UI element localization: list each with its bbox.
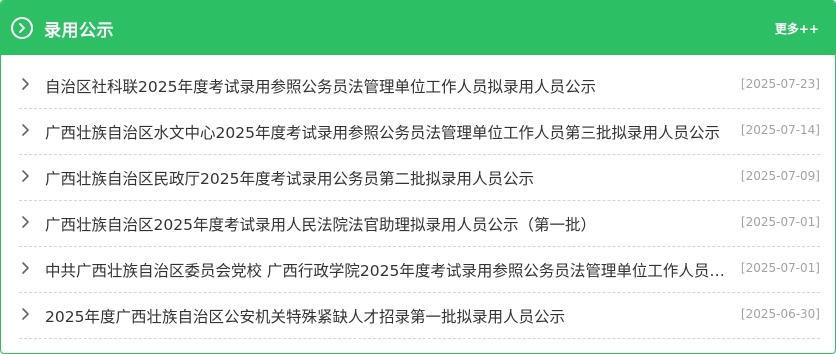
list-item[interactable]: 自治区社科联2025年度考试录用参照公务员法管理单位工作人员拟录用人员公示 [2… — [19, 63, 820, 109]
list-item[interactable]: 中共广西壮族自治区委员会党校 广西行政学院2025年度考试录用参照公务员法管理单… — [19, 247, 820, 293]
chevron-right-circle-icon — [11, 17, 33, 39]
list-item[interactable]: 广西壮族自治区2025年度考试录用人民法院法官助理拟录用人员公示（第一批） [2… — [19, 201, 820, 247]
item-date: [2025-07-09] — [740, 169, 820, 183]
chevron-right-icon — [21, 76, 35, 95]
list-item[interactable]: 广西壮族自治区民政厅2025年度考试录用公务员第二批拟录用人员公示 [2025-… — [19, 155, 820, 201]
item-date: [2025-07-23] — [740, 77, 820, 91]
panel-header: 录用公示 更多++ — [1, 1, 835, 55]
more-link[interactable]: 更多++ — [775, 20, 819, 37]
item-date: [2025-07-14] — [740, 123, 820, 137]
item-title-link[interactable]: 广西壮族自治区民政厅2025年度考试录用公务员第二批拟录用人员公示 — [45, 167, 735, 189]
item-title-link[interactable]: 2025年度广西壮族自治区公安机关特殊紧缺人才招录第一批拟录用人员公示 — [45, 305, 735, 327]
item-title-link[interactable]: 自治区社科联2025年度考试录用参照公务员法管理单位工作人员拟录用人员公示 — [45, 75, 735, 97]
item-title-link[interactable]: 中共广西壮族自治区委员会党校 广西行政学院2025年度考试录用参照公务员法管理单… — [45, 259, 735, 281]
item-date: [2025-07-01] — [740, 261, 820, 275]
chevron-right-icon — [21, 306, 35, 325]
chevron-right-icon — [21, 168, 35, 187]
chevron-right-icon — [21, 214, 35, 233]
recruitment-announcement-panel: 录用公示 更多++ 自治区社科联2025年度考试录用参照公务员法管理单位工作人员… — [0, 0, 836, 354]
item-date: [2025-06-30] — [740, 307, 820, 321]
announcement-list: 自治区社科联2025年度考试录用参照公务员法管理单位工作人员拟录用人员公示 [2… — [1, 63, 835, 339]
list-item[interactable]: 广西壮族自治区水文中心2025年度考试录用参照公务员法管理单位工作人员第三批拟录… — [19, 109, 820, 155]
panel-title: 录用公示 — [44, 20, 114, 41]
item-title-link[interactable]: 广西壮族自治区水文中心2025年度考试录用参照公务员法管理单位工作人员第三批拟录… — [45, 121, 735, 143]
item-date: [2025-07-01] — [740, 215, 820, 229]
chevron-right-icon — [21, 260, 35, 279]
list-item[interactable]: 2025年度广西壮族自治区公安机关特殊紧缺人才招录第一批拟录用人员公示 [202… — [19, 293, 820, 339]
item-title-link[interactable]: 广西壮族自治区2025年度考试录用人民法院法官助理拟录用人员公示（第一批） — [45, 213, 735, 235]
chevron-right-icon — [21, 122, 35, 141]
